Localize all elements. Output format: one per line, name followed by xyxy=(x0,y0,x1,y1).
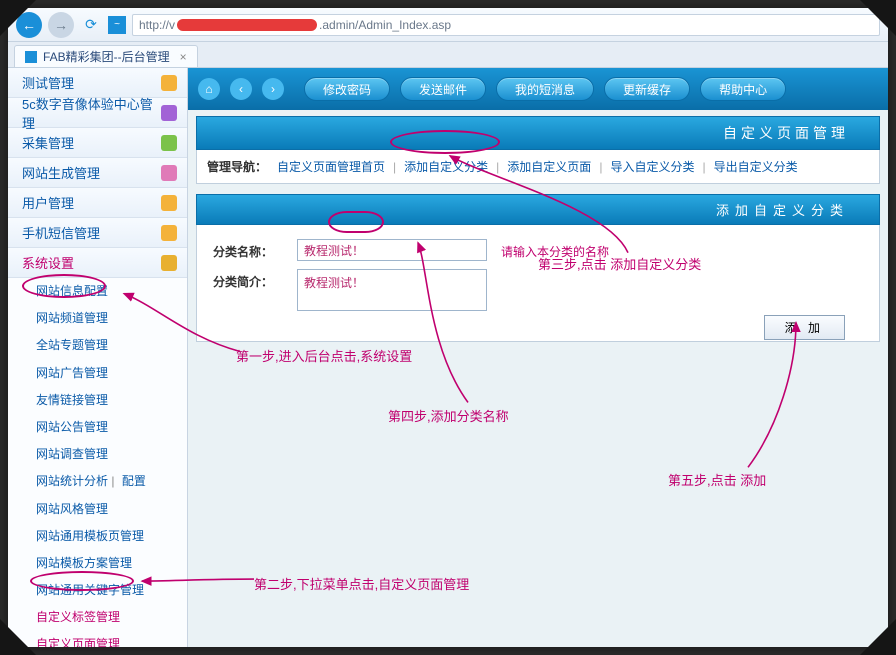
sidebar-subitem[interactable]: 网站广告管理 xyxy=(8,360,187,387)
manage-nav-row: 管理导航： 自定义页面管理首页 | 添加自定义分类 | 添加自定义页面 | 导入自定义分类 |… xyxy=(196,150,880,184)
tab-favicon-icon xyxy=(25,51,37,63)
top-action-button[interactable]: 帮助中心 xyxy=(700,77,786,101)
sidebar-item-icon xyxy=(161,75,177,91)
sidebar-subitem[interactable]: 网站信息配置 xyxy=(8,278,187,305)
url-suffix: .admin/Admin_Index.asp xyxy=(319,18,451,32)
category-desc-input[interactable] xyxy=(297,269,487,311)
sidebar-subitem[interactable]: 网站统计分析 | 配置 xyxy=(8,468,187,495)
sidebar-item-label: 5c数字音像体验中心管理 xyxy=(22,94,161,132)
section-title: 自定义页面管理 xyxy=(196,116,880,150)
nav-prev-icon[interactable]: ‹ xyxy=(230,78,252,100)
tab-close-icon[interactable]: × xyxy=(180,50,187,64)
sidebar: 测试管理5c数字音像体验中心管理采集管理网站生成管理用户管理手机短信管理系统设置… xyxy=(8,68,188,647)
sidebar-item-icon xyxy=(161,195,177,211)
sidebar-subitem[interactable]: 网站风格管理 xyxy=(8,496,187,523)
annotation-step4: 第四步,添加分类名称 xyxy=(388,406,509,425)
sidebar-subitem[interactable]: 自定义标签管理 xyxy=(8,604,187,631)
url-prefix: http://v xyxy=(139,18,175,32)
browser-address-bar: ← → ⟳ ~ http://v .admin/Admin_Index.asp xyxy=(8,8,888,42)
sidebar-item-icon xyxy=(161,255,177,271)
nav-separator: | xyxy=(702,160,705,174)
sidebar-item-label: 采集管理 xyxy=(22,133,74,152)
sidebar-subitem[interactable]: 自定义页面管理 xyxy=(8,631,187,647)
sidebar-subitem[interactable]: 网站模板方案管理 xyxy=(8,550,187,577)
sidebar-item[interactable]: 用户管理 xyxy=(8,188,187,218)
annotation-step5: 第五步,点击 添加 xyxy=(668,470,766,489)
sidebar-item[interactable]: 5c数字音像体验中心管理 xyxy=(8,98,187,128)
tab-title: FAB精彩集团--后台管理 xyxy=(43,48,170,65)
form-area: 分类名称： 请输入本分类的名称 分类简介： 添 加 xyxy=(196,225,880,342)
address-input[interactable]: http://v .admin/Admin_Index.asp xyxy=(132,14,880,36)
manage-nav-link[interactable]: 添加自定义分类 xyxy=(404,158,488,175)
sub-section-title: 添加自定义分类 xyxy=(196,194,880,225)
nav-separator: | xyxy=(496,160,499,174)
desc-label: 分类简介： xyxy=(213,269,283,290)
category-name-input[interactable] xyxy=(297,239,487,261)
manage-nav-link[interactable]: 添加自定义页面 xyxy=(507,158,591,175)
sidebar-item[interactable]: 采集管理 xyxy=(8,128,187,158)
sidebar-item-label: 手机短信管理 xyxy=(22,223,100,242)
sidebar-subitem[interactable]: 网站公告管理 xyxy=(8,414,187,441)
content-pane: ⌂ ‹ › 修改密码发送邮件我的短消息更新缓存帮助中心 自定义页面管理 管理导航… xyxy=(188,68,888,647)
sidebar-subitem-config[interactable]: 配置 xyxy=(122,474,146,488)
sidebar-item-icon xyxy=(161,165,177,181)
nav-separator: | xyxy=(393,160,396,174)
tab-strip: FAB精彩集团--后台管理 × xyxy=(8,42,888,68)
sidebar-item-label: 测试管理 xyxy=(22,73,74,92)
sidebar-item-icon xyxy=(161,135,177,151)
manage-nav-link[interactable]: 导入自定义分类 xyxy=(610,158,694,175)
browser-tab[interactable]: FAB精彩集团--后台管理 × xyxy=(14,45,198,67)
sidebar-item-icon xyxy=(161,105,177,121)
sidebar-subitem[interactable]: 网站调查管理 xyxy=(8,441,187,468)
sidebar-item-label: 用户管理 xyxy=(22,193,74,212)
top-action-button[interactable]: 更新缓存 xyxy=(604,77,690,101)
top-action-button[interactable]: 我的短消息 xyxy=(496,77,594,101)
nav-separator: | xyxy=(599,160,602,174)
manage-nav-link[interactable]: 导出自定义分类 xyxy=(714,158,798,175)
forward-button[interactable]: → xyxy=(48,12,74,38)
nav-next-icon[interactable]: › xyxy=(262,78,284,100)
top-action-button[interactable]: 发送邮件 xyxy=(400,77,486,101)
sidebar-item-label: 网站生成管理 xyxy=(22,163,100,182)
add-button[interactable]: 添 加 xyxy=(764,315,845,340)
sidebar-item[interactable]: 系统设置 xyxy=(8,248,187,278)
top-button-bar: ⌂ ‹ › 修改密码发送邮件我的短消息更新缓存帮助中心 xyxy=(188,68,888,110)
refresh-button[interactable]: ⟳ xyxy=(80,14,102,36)
sidebar-item[interactable]: 网站生成管理 xyxy=(8,158,187,188)
sidebar-item-icon xyxy=(161,225,177,241)
sidebar-subitem[interactable]: 网站频道管理 xyxy=(8,305,187,332)
manage-nav-link[interactable]: 自定义页面管理首页 xyxy=(277,158,385,175)
sidebar-subitem[interactable]: 友情链接管理 xyxy=(8,387,187,414)
nav-up-icon[interactable]: ⌂ xyxy=(198,78,220,100)
top-action-button[interactable]: 修改密码 xyxy=(304,77,390,101)
sidebar-subitem[interactable]: 网站通用关键字管理 xyxy=(8,577,187,604)
sidebar-item-label: 系统设置 xyxy=(22,253,74,272)
nav-label: 管理导航： xyxy=(207,158,267,175)
name-hint: 请输入本分类的名称 xyxy=(501,239,609,260)
name-label: 分类名称： xyxy=(213,239,283,260)
sidebar-subitem[interactable]: 全站专题管理 xyxy=(8,332,187,359)
sidebar-item[interactable]: 手机短信管理 xyxy=(8,218,187,248)
sidebar-subitem[interactable]: 网站通用模板页管理 xyxy=(8,523,187,550)
site-favicon-icon: ~ xyxy=(108,16,126,34)
redacted-bar xyxy=(177,19,317,31)
